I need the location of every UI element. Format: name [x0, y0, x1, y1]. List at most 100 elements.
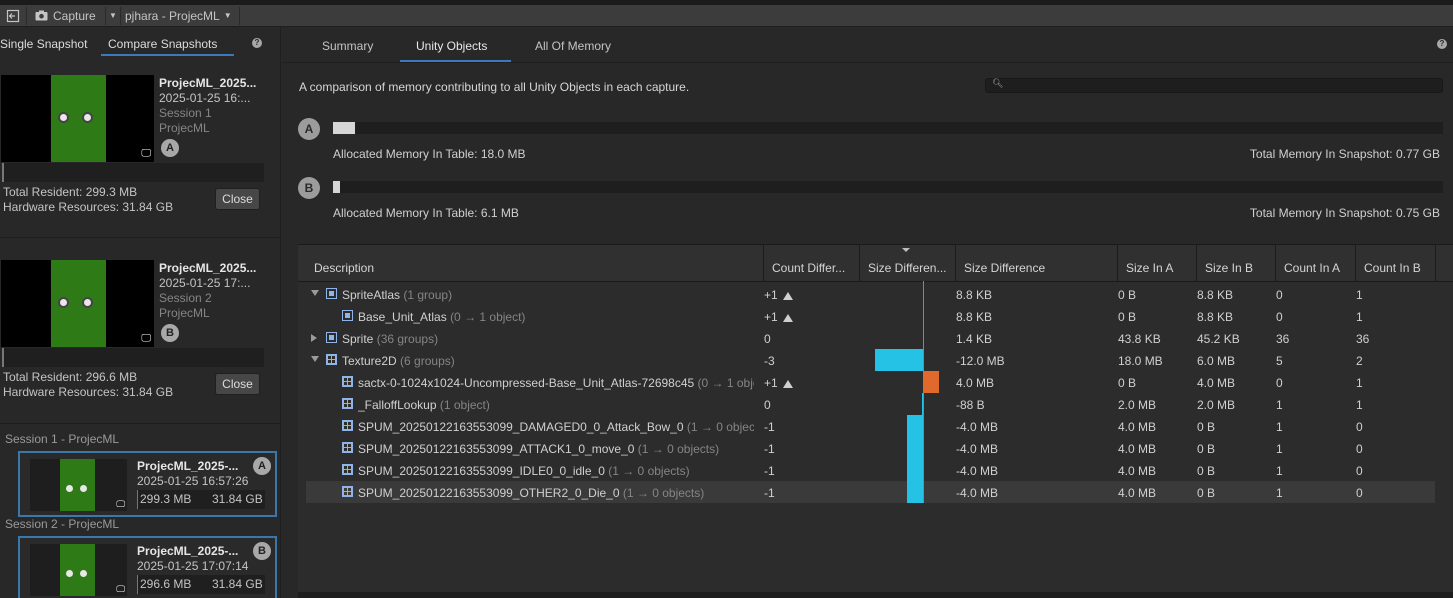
help-icon[interactable]: ? [252, 38, 262, 48]
object-count: (1 → 0 objects) [686, 420, 754, 434]
target-selector[interactable]: pjhara - ProjecML ▼ [121, 7, 239, 25]
row-description: Texture2D (6 groups) [342, 354, 455, 368]
table-row[interactable]: SpriteAtlas (1 group) +1 8.8 KB 0 B 8.8 KB 0 1 [306, 283, 1435, 305]
column-count-in-b[interactable]: Count In B [1364, 261, 1421, 275]
allocated-memory-a: Allocated Memory In Table: 18.0 MB [333, 147, 526, 161]
session-snapshot-item[interactable]: 🖵 ProjecML_2025-... B 2025-01-25 17:07:1… [18, 536, 277, 598]
object-count: (0 → 1 object) [450, 310, 526, 324]
count-in-b: 1 [1356, 288, 1363, 302]
table-row[interactable]: sactx-0-1024x1024-Uncompressed-Base_Unit… [306, 371, 1435, 393]
row-description: SPUM_20250122163553099_OTHER2_0_Die_0 (1… [358, 486, 704, 500]
exit-icon [6, 9, 20, 22]
snapshot-mode-tabs: Single Snapshot Compare Snapshots ? [0, 27, 280, 57]
total-memory-b: Total Memory In Snapshot: 0.75 GB [1249, 206, 1440, 220]
count-in-b: 0 [1356, 420, 1363, 434]
session-snapshot-item[interactable]: 🖵 ProjecML_2025-... A 2025-01-25 16:57:2… [18, 451, 277, 517]
object-count: (1 → 0 objects) [622, 486, 705, 500]
sprite-atlas-icon [342, 310, 353, 321]
table-row[interactable]: SPUM_20250122163553099_OTHER2_0_Die_0 (1… [306, 481, 1435, 503]
memory-summary: 299.3 MB 31.84 GB [137, 490, 265, 509]
search-input[interactable]: 🔍︎ [985, 78, 1443, 93]
memory-bar-a [333, 122, 1443, 134]
size-in-b: 2.0 MB [1197, 398, 1236, 412]
tab-single-snapshot[interactable]: Single Snapshot [0, 37, 87, 51]
table-row[interactable]: Texture2D (6 groups) -3 -12.0 MB 18.0 MB 6.0… [306, 349, 1435, 371]
capture-dropdown-button[interactable]: ▼ [106, 7, 120, 25]
expand-arrow-icon[interactable] [311, 356, 319, 362]
size-difference: -12.0 MB [956, 354, 1005, 368]
size-in-b: 0 B [1197, 420, 1216, 434]
column-size-in-a[interactable]: Size In A [1126, 261, 1173, 275]
tab-compare-snapshots[interactable]: Compare Snapshots [108, 37, 217, 51]
snapshot-session: Session 1 [159, 106, 212, 120]
object-count: (1 → 0 objects) [637, 442, 720, 456]
back-button[interactable] [0, 7, 26, 25]
column-size-difference-bar[interactable]: Size Differen... [868, 261, 946, 275]
total-resident: Total Resident: 299.3 MB [3, 185, 138, 199]
monitor-icon: 🖵 [116, 499, 125, 509]
snapshot-date: 2025-01-25 16:... [159, 91, 251, 105]
chevron-down-icon: ▼ [109, 11, 117, 20]
size-in-a: 0 B [1118, 310, 1137, 324]
count-difference: -3 [764, 354, 775, 368]
memory-bar-b [333, 181, 1443, 193]
object-name: Sprite [342, 332, 374, 346]
column-count-difference[interactable]: Count Differ... [772, 261, 845, 275]
capture-button[interactable]: Capture [27, 7, 105, 25]
sort-descending-icon [902, 248, 910, 252]
row-description: _FalloffLookup (1 object) [358, 398, 490, 412]
help-icon[interactable]: ? [1437, 39, 1447, 49]
snapshot-title: ProjecML_2025-... [137, 544, 239, 558]
row-description: SPUM_20250122163553099_IDLE0_0_idle_0 (1… [358, 464, 690, 478]
table-row[interactable]: Sprite (36 groups) 0 1.4 KB 43.8 KB 45.2 KB 3… [306, 327, 1435, 349]
horizontal-scrollbar[interactable] [298, 592, 1453, 598]
texture-icon [342, 376, 353, 387]
size-difference-bar [907, 437, 923, 459]
resident-value: 299.3 MB [140, 492, 192, 506]
count-difference: +1 [764, 310, 793, 324]
size-in-b: 0 B [1197, 464, 1216, 478]
size-difference: -4.0 MB [956, 442, 999, 456]
table-row[interactable]: Base_Unit_Atlas (0 → 1 object) +1 8.8 KB 0 … [306, 305, 1435, 327]
object-name: Texture2D [342, 354, 397, 368]
column-size-in-b[interactable]: Size In B [1205, 261, 1253, 275]
snapshot-date: 2025-01-25 16:57:26 [137, 474, 249, 488]
object-name: SPUM_20250122163553099_OTHER2_0_Die_0 [358, 486, 620, 500]
tab-all-of-memory[interactable]: All Of Memory [535, 39, 611, 53]
expand-arrow-icon[interactable] [311, 290, 319, 296]
count-difference-value: -3 [764, 354, 775, 368]
snapshot-thumbnail[interactable]: 🖵 [1, 260, 154, 347]
count-in-b: 1 [1356, 310, 1363, 324]
size-in-a: 4.0 MB [1118, 486, 1157, 500]
snapshot-badge-b: B [161, 324, 179, 342]
column-count-in-a[interactable]: Count In A [1284, 261, 1340, 275]
close-button[interactable]: Close [215, 373, 260, 395]
tab-summary[interactable]: Summary [322, 39, 373, 53]
size-in-a: 43.8 KB [1118, 332, 1161, 346]
object-count: (1 → 0 objects) [608, 464, 690, 478]
snapshot-thumbnail[interactable]: 🖵 [1, 75, 154, 162]
table-row[interactable]: SPUM_20250122163553099_IDLE0_0_idle_0 (1… [306, 459, 1435, 481]
count-difference-value: +1 [764, 376, 778, 390]
table-row[interactable]: _FalloffLookup (1 object) 0 -88 B 2.0 MB 2.0… [306, 393, 1435, 415]
collapse-arrow-icon[interactable] [311, 334, 317, 342]
close-button[interactable]: Close [215, 188, 260, 210]
sprite-atlas-icon [326, 332, 337, 343]
texture-icon [342, 486, 353, 497]
tab-unity-objects[interactable]: Unity Objects [416, 39, 487, 53]
size-in-a: 4.0 MB [1118, 442, 1157, 456]
memory-bar [2, 348, 264, 367]
column-description[interactable]: Description [314, 261, 374, 275]
table-row[interactable]: SPUM_20250122163553099_ATTACK1_0_move_0 … [306, 437, 1435, 459]
count-difference-value: -1 [764, 464, 775, 478]
hardware-resources: Hardware Resources: 31.84 GB [3, 385, 174, 399]
object-name: SPUM_20250122163553099_ATTACK1_0_move_0 [358, 442, 635, 456]
count-difference: +1 [764, 288, 793, 302]
table-row[interactable]: SPUM_20250122163553099_DAMAGED0_0_Attack… [306, 415, 1435, 437]
count-difference: -1 [764, 420, 775, 434]
count-in-a: 1 [1276, 486, 1283, 500]
object-name: sactx-0-1024x1024-Uncompressed-Base_Unit… [358, 376, 695, 390]
table-header: Description Count Differ... Size Differe… [298, 245, 1453, 282]
column-size-difference[interactable]: Size Difference [964, 261, 1045, 275]
count-difference: +1 [764, 376, 793, 390]
